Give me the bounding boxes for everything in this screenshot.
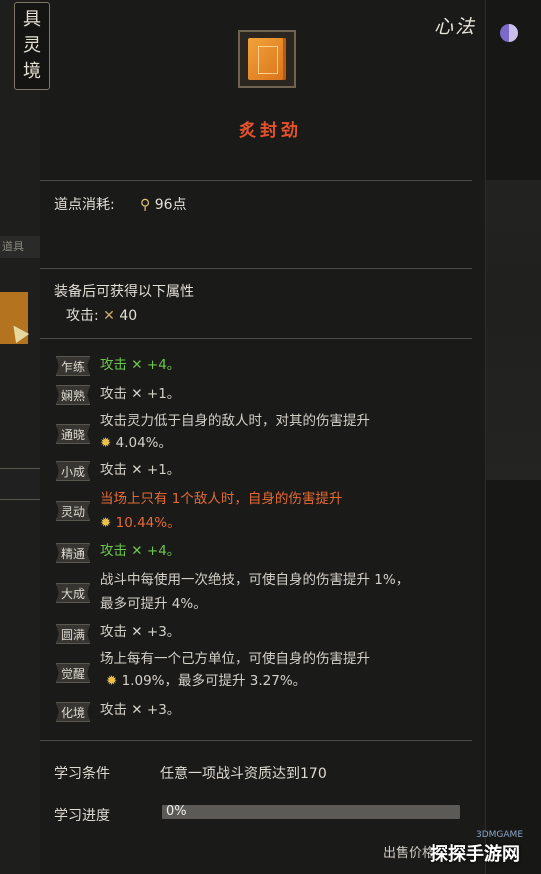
cost-value: 96点 (154, 197, 187, 213)
learn-progress-text: 0% (166, 804, 187, 819)
equip-attack-row: 攻击: ✕ 40 (66, 305, 137, 325)
level-tag: 觉醒 (56, 663, 90, 683)
level-desc: 战斗中每使用一次绝技，可使自身的伤害提升 1%， (100, 572, 410, 588)
level-desc-line2: ✹ 1.09%，最多可提升 3.27%。 (106, 670, 446, 692)
skill-icon-frame (238, 30, 296, 88)
level-desc-line2: ✹ 10.44%。 (100, 512, 440, 534)
level-desc: 攻击 ✕ +4。 (100, 357, 181, 373)
level-desc: 攻击 ✕ +3。 (100, 702, 181, 718)
learn-condition-value: 任意一项战斗资质达到170 (160, 766, 327, 782)
level-desc: 攻击灵力低于自身的敌人时，对其的伤害提升 (100, 413, 370, 429)
divider (40, 268, 472, 269)
side-tab[interactable]: 道具 (0, 236, 42, 258)
cost-label: 道点消耗: (54, 197, 115, 213)
taiji-icon (500, 24, 518, 42)
divider (40, 338, 472, 339)
level-desc-value: 10.44%。 (115, 515, 181, 531)
level-tag: 精通 (56, 543, 90, 563)
level-desc-value: 4.04%。 (115, 435, 172, 451)
sun-icon: ✹ (106, 673, 118, 689)
level-desc: 当场上只有 1个敌人时，自身的伤害提升 (100, 491, 343, 507)
level-desc: 攻击 ✕ +3。 (100, 624, 181, 640)
level-desc: 场上每有一个己方单位，可使自身的伤害提升 (100, 651, 370, 667)
level-tag: 圆满 (56, 624, 90, 644)
sun-icon: ✹ (100, 515, 112, 531)
level-tag: 乍练 (56, 356, 90, 376)
level-tag: 小成 (56, 461, 90, 481)
level-tag: 娴熟 (56, 385, 90, 405)
learn-progress-label: 学习进度 (54, 808, 110, 824)
level-tag: 灵动 (56, 501, 90, 521)
pin-icon: ⚲ (140, 197, 151, 213)
learn-progress-bar (162, 805, 460, 819)
level-desc-value: 1.09%，最多可提升 3.27%。 (121, 673, 307, 689)
divider (40, 740, 472, 741)
level-tag: 通晓 (56, 424, 90, 444)
sun-icon: ✹ (100, 435, 112, 451)
skill-name: 炙封劲 (239, 121, 302, 141)
watermark-small: 3DMGAME (476, 830, 524, 840)
realm-char: 具 (23, 9, 41, 30)
divider (40, 180, 472, 181)
attack-value: 40 (119, 308, 138, 324)
skill-book-icon (248, 38, 286, 80)
realm-badge: 具 灵 境 (14, 2, 50, 90)
realm-char: 境 (23, 61, 41, 82)
realm-char: 灵 (23, 35, 41, 56)
sword-icon: ✕ (103, 308, 115, 324)
watermark: 探探手游网 (430, 844, 520, 865)
level-desc-line2: 最多可提升 4%。 (100, 596, 207, 612)
level-desc: 攻击 ✕ +1。 (100, 386, 181, 402)
equip-title: 装备后可获得以下属性 (54, 284, 194, 300)
level-desc: 攻击 ✕ +4。 (100, 543, 181, 559)
category-mark: 心法 (434, 16, 477, 38)
level-tag: 化境 (56, 702, 90, 722)
side-tab-label: 道具 (2, 240, 24, 253)
level-desc-line2: ✹ 4.04%。 (100, 432, 440, 454)
level-desc: 攻击 ✕ +1。 (100, 462, 181, 478)
learn-condition-label: 学习条件 (54, 766, 110, 782)
level-tag: 大成 (56, 583, 90, 603)
side-box[interactable] (0, 468, 41, 500)
sell-price-label: 出售价格 (383, 846, 436, 861)
cost-value-group: ⚲ 96点 (140, 194, 187, 214)
attack-label: 攻击: (66, 308, 99, 324)
